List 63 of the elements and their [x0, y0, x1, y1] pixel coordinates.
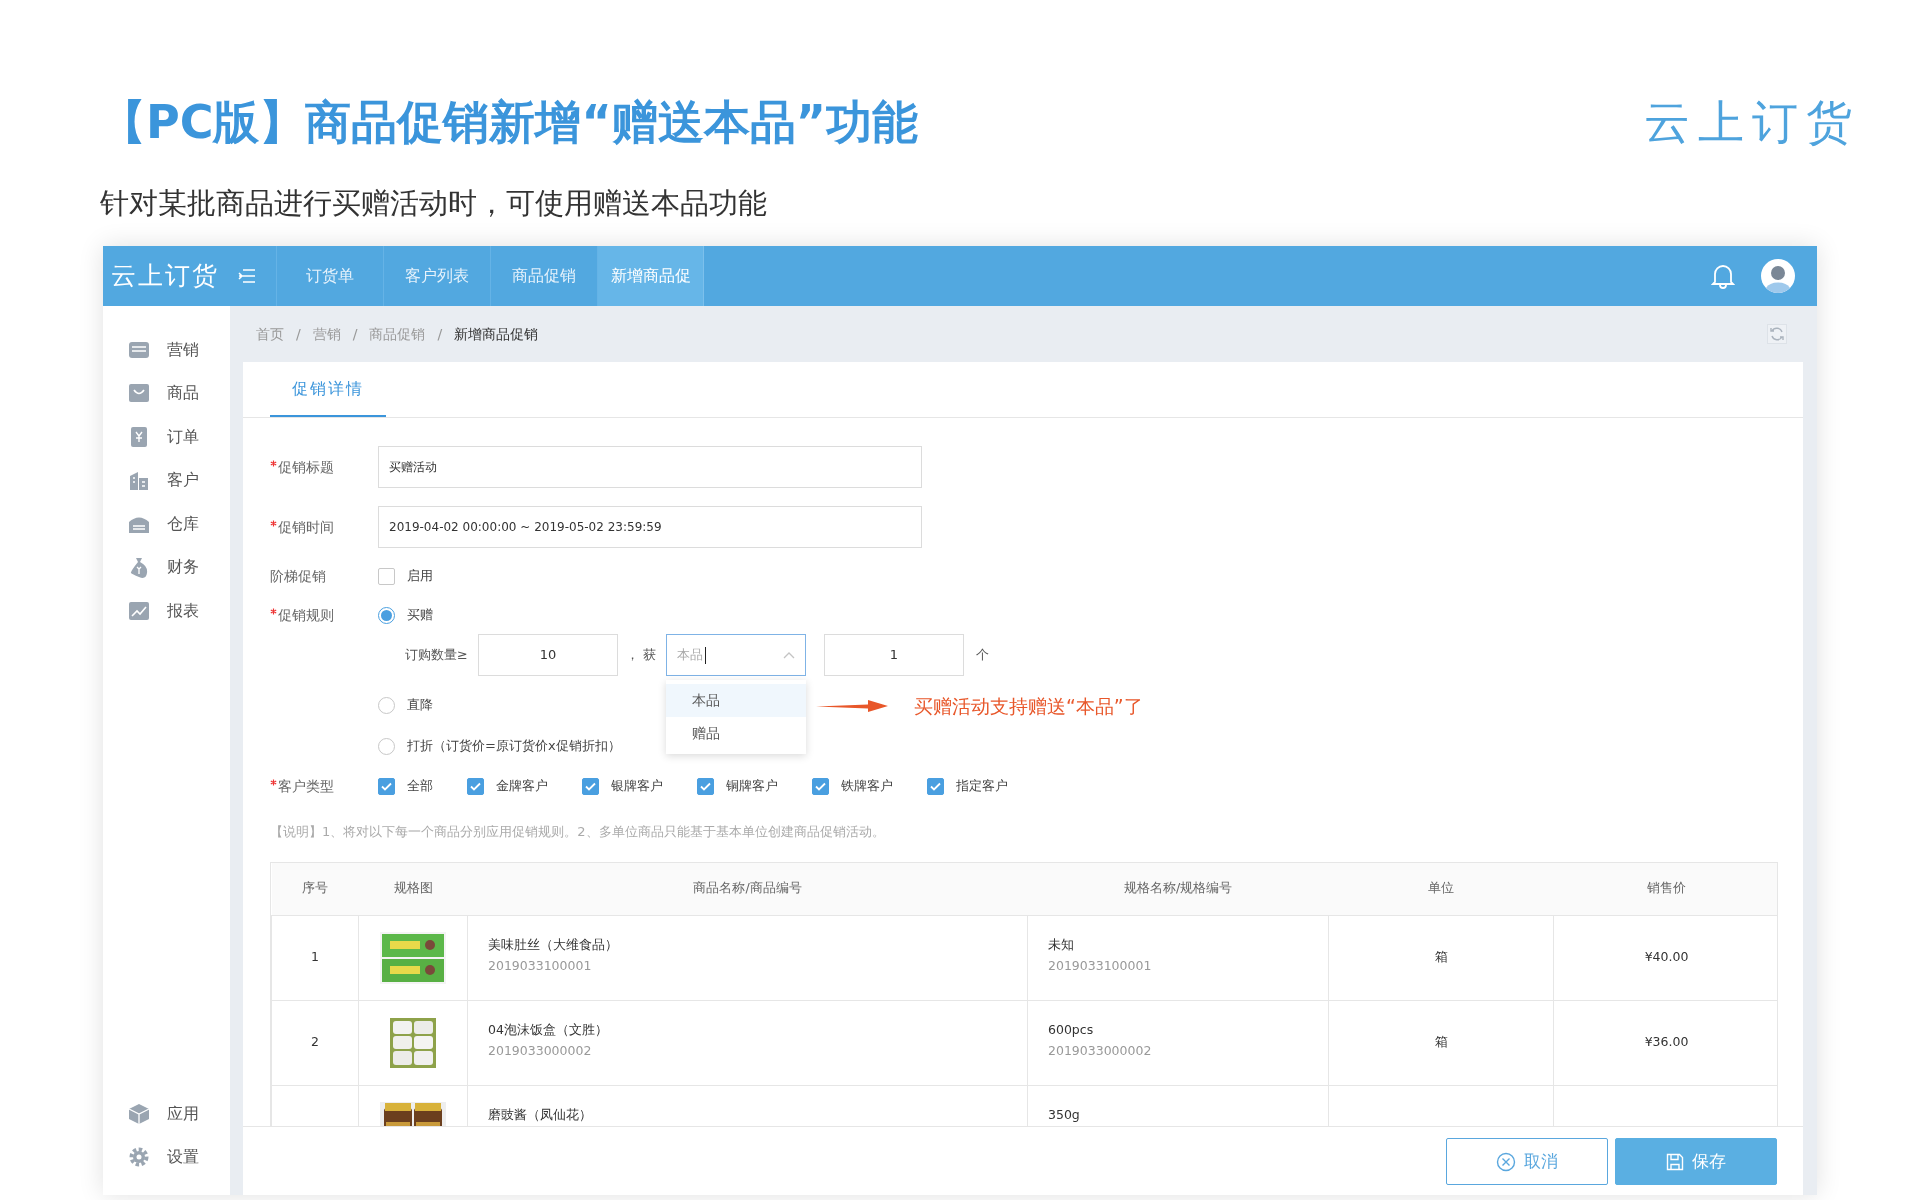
spec-code: 2019033000002: [1048, 1042, 1153, 1061]
breadcrumb-current: 新增商品促销: [454, 324, 539, 344]
slide-title: 【PC版】商品促销新增“赠送本品”功能: [100, 94, 918, 151]
column-header: 销售价: [1553, 863, 1777, 915]
column-header: 序号: [271, 863, 359, 915]
column-header: 单位: [1328, 863, 1554, 915]
option-label: 直降: [407, 696, 433, 715]
option-label: 铁牌客户: [841, 777, 893, 796]
breadcrumb-separator: /: [437, 324, 443, 344]
column-header: 规格名称/规格编号: [1027, 863, 1329, 915]
column-header: 商品名称/商品编号: [467, 863, 1028, 915]
table-cell: 箱: [1328, 915, 1554, 1000]
table-cell: 2: [271, 1000, 359, 1085]
spec-name: 600pcs: [1048, 1020, 1095, 1039]
option-label: 买赠: [407, 606, 433, 625]
product-name: 04泡沫饭盒（文胜）: [488, 1020, 609, 1039]
option-label: 银牌客户: [611, 777, 663, 796]
sidebar-item[interactable]: 仓库: [167, 511, 199, 536]
annotation-text: 买赠活动支持赠送“本品”了: [914, 694, 1143, 719]
app-logo: 云上订货: [110, 260, 220, 293]
field-label: 促销规则: [278, 605, 334, 625]
field-label: 客户类型: [278, 776, 334, 796]
sidebar-item[interactable]: 订单: [167, 424, 199, 449]
field-label: 促销标题: [278, 457, 334, 477]
option-label: 铜牌客户: [726, 777, 778, 796]
dropdown-option[interactable]: 本品: [665, 684, 806, 717]
sidebar-item[interactable]: 报表: [167, 598, 199, 623]
input-field[interactable]: 2019-04-02 00:00:00 ~ 2019-05-02 23:59:59: [378, 506, 922, 548]
quantity-field[interactable]: 10: [477, 634, 618, 676]
option-label: 启用: [407, 567, 433, 586]
table-cell: 1: [271, 915, 359, 1000]
option-label: 打折（订货价=原订货价x促销折扣）: [407, 737, 621, 756]
spec-name: 350g: [1048, 1105, 1081, 1124]
field-label: 获: [642, 646, 656, 665]
sidebar-item[interactable]: 商品: [167, 381, 199, 406]
product-name: 磨豉酱（凤仙花）: [488, 1105, 593, 1124]
sidebar-item[interactable]: 设置: [167, 1145, 199, 1170]
slide-subtitle: 针对某批商品进行买赠活动时，可使用赠送本品功能: [100, 185, 768, 222]
brand-logo: 云上订货: [1644, 94, 1860, 151]
product-code: 2019033100001: [488, 957, 593, 976]
breadcrumb-separator: /: [352, 324, 358, 344]
field-label: 促销时间: [278, 517, 334, 537]
sidebar-item[interactable]: 客户: [167, 468, 199, 493]
breadcrumb-separator: /: [296, 324, 301, 344]
comma-text: ，: [625, 646, 639, 665]
spec-code: 2019033100001: [1048, 957, 1153, 976]
input-field[interactable]: 买赠活动: [378, 446, 922, 488]
field-label: 阶梯促销: [270, 566, 326, 586]
sidebar-item[interactable]: 应用: [167, 1101, 199, 1126]
product-code: 2019033000002: [488, 1042, 593, 1061]
sidebar-item[interactable]: 营销: [167, 337, 199, 362]
sidebar-item[interactable]: 财务: [167, 555, 199, 580]
unit-label: 个: [975, 646, 989, 665]
spec-name: 未知: [1048, 935, 1075, 954]
field-label: 订购数量≥: [405, 646, 468, 665]
option-label: 指定客户: [956, 777, 1008, 796]
option-label: 全部: [407, 777, 433, 796]
product-name: 美味肚丝（大维食品）: [488, 935, 619, 954]
option-label: 金牌客户: [496, 777, 548, 796]
table-cell: 箱: [1328, 1000, 1554, 1085]
column-header: 规格图: [358, 863, 468, 915]
dropdown-option[interactable]: 赠品: [665, 717, 806, 750]
quantity-field[interactable]: 1: [823, 634, 964, 676]
